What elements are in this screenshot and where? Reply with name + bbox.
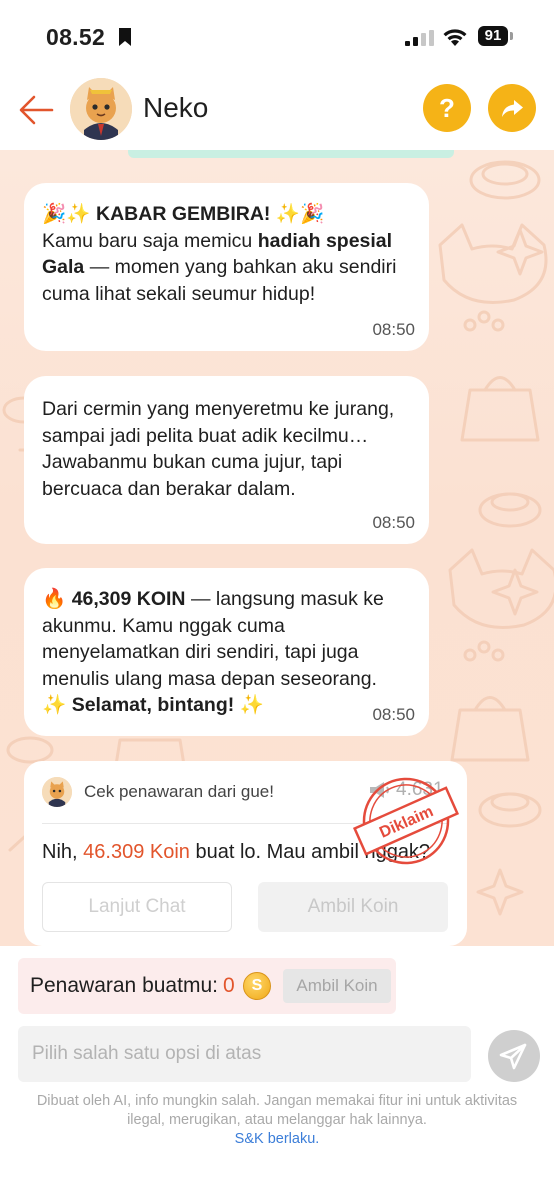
status-bar: 08.52 91 — [0, 0, 554, 72]
party-emoji: ✨🎉 — [275, 202, 325, 225]
ai-disclaimer: Dibuat oleh AI, info mungkin salah. Jang… — [20, 1092, 534, 1149]
offer-header: Cek penawaran dari gue! — [42, 777, 274, 807]
message-text: 🔥 46,309 KOIN — langsung masuk ke akunmu… — [42, 586, 411, 719]
offer-amount: 46.309 Koin — [83, 841, 190, 863]
message-headline: KABAR GEMBIRA! — [95, 203, 271, 225]
disclaimer-text: Dibuat oleh AI, info mungkin salah. Jang… — [36, 1093, 518, 1128]
help-icon: ? — [439, 93, 455, 123]
cat-avatar-icon — [70, 78, 132, 140]
share-button[interactable] — [488, 84, 536, 132]
offer-text: Nih, — [42, 841, 78, 863]
offer-card: Cek penawaran dari gue! 4.631 Nih, 46.30… — [24, 761, 467, 946]
balance-value: 0 — [223, 974, 235, 997]
chat-area[interactable]: 🎉✨ KABAR GEMBIRA! ✨🎉 Kamu baru saja memi… — [0, 150, 554, 946]
sparkle-emoji: ✨ — [42, 693, 67, 716]
message-bubble: 🎉✨ KABAR GEMBIRA! ✨🎉 Kamu baru saja memi… — [24, 183, 429, 351]
battery-indicator: 91 — [478, 26, 508, 46]
continue-chat-button[interactable]: Lanjut Chat — [42, 882, 232, 932]
send-icon — [499, 1043, 527, 1070]
avatar — [42, 777, 72, 807]
signal-icon — [405, 30, 434, 46]
message-text-part: — momen yang bahkan aku sendiri cuma lih… — [42, 256, 397, 305]
claimed-stamp: Diklaim — [352, 777, 460, 865]
status-time: 08.52 — [46, 24, 106, 50]
message-text: Dari cermin yang menyeretmu ke jurang, s… — [42, 398, 395, 500]
message-bubble: 🔥 46,309 KOIN — langsung masuk ke akunmu… — [24, 568, 429, 736]
claim-coin-button[interactable]: Ambil Koin — [258, 882, 448, 932]
offer-balance-bar: Penawaran buatmu: 0 S Ambil Koin — [18, 958, 396, 1014]
back-arrow-icon[interactable] — [18, 92, 54, 128]
terms-link[interactable]: S&K berlaku. — [235, 1131, 320, 1147]
wifi-icon — [443, 29, 467, 46]
chat-header: Neko ? — [0, 72, 554, 150]
fire-emoji: 🔥 — [42, 587, 67, 610]
message-text-part: Kamu baru saja memicu — [42, 229, 253, 252]
cat-avatar-icon — [42, 777, 72, 807]
take-coin-button[interactable]: Ambil Koin — [283, 969, 391, 1003]
avatar[interactable] — [70, 78, 132, 140]
party-emoji: 🎉✨ — [42, 202, 91, 225]
send-button[interactable] — [488, 1030, 540, 1082]
balance-label: Penawaran buatmu: — [30, 974, 218, 997]
sparkle-emoji: ✨ — [239, 693, 264, 716]
help-button[interactable]: ? — [423, 84, 471, 132]
contact-name: Neko — [143, 92, 209, 123]
message-bubble: Dari cermin yang menyeretmu ke jurang, s… — [24, 376, 429, 544]
message-time: 08:50 — [372, 704, 415, 724]
offer-title: Cek penawaran dari gue! — [84, 782, 274, 801]
message-text: 🎉✨ KABAR GEMBIRA! ✨🎉 Kamu baru saja memi… — [42, 201, 411, 307]
message-input-field[interactable] — [18, 1026, 471, 1082]
message-time: 08:50 — [372, 319, 415, 339]
message-bold: Selamat, bintang! — [71, 694, 235, 716]
message-input[interactable] — [18, 1026, 471, 1082]
bottom-panel: Penawaran buatmu: 0 S Ambil Koin Dibuat … — [0, 946, 554, 1200]
message-time: 08:50 — [372, 512, 415, 532]
bookmark-icon — [119, 28, 131, 46]
battery-tip — [510, 32, 513, 40]
coin-icon: S — [243, 972, 271, 1000]
message-bold: 46,309 KOIN — [71, 588, 186, 610]
share-icon — [502, 100, 523, 117]
